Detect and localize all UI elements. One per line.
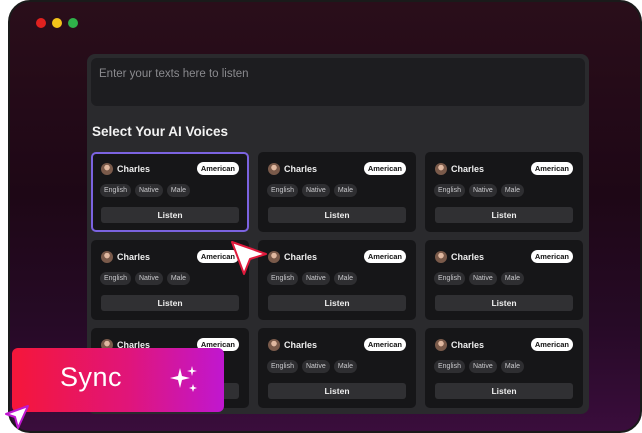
voice-tag: English [267,184,298,197]
voice-tag: Native [468,184,497,197]
window-controls [36,18,78,28]
voice-tag: English [434,360,465,373]
voice-tag: English [100,272,131,285]
voice-tag: Native [301,272,330,285]
pointer-arrow-icon [5,405,29,429]
sync-label: Sync [60,362,123,392]
voice-tag: Native [468,360,497,373]
voice-card[interactable]: Charles American EnglishNativeMale Listen [425,152,583,232]
voice-tag: Male [166,184,190,197]
avatar [435,251,447,263]
voice-tag: Native [468,272,497,285]
voice-tag: Native [134,272,163,285]
sync-badge[interactable]: Sync [12,348,224,412]
voice-tag: Male [166,272,190,285]
listen-button[interactable]: Listen [101,207,239,223]
sparkles-icon [170,366,197,392]
close-window-dot[interactable] [36,18,46,28]
listen-button[interactable]: Listen [101,295,239,311]
listen-button[interactable]: Listen [435,295,573,311]
listen-button[interactable]: Listen [268,207,406,223]
voice-card[interactable]: Charles American EnglishNativeMale Listen [91,152,249,232]
voice-tag: Male [500,272,524,285]
avatar [268,163,280,175]
voice-tag: Male [500,184,524,197]
voice-tags: EnglishNativeMale [267,272,357,285]
voice-tags: EnglishNativeMale [100,184,190,197]
voice-tag: Male [333,360,357,373]
listen-button[interactable]: Listen [268,295,406,311]
voice-card[interactable]: Charles American EnglishNativeMale Listen [258,240,416,320]
voice-tag: Native [301,184,330,197]
text-to-listen-input[interactable] [91,58,585,106]
avatar [101,251,113,263]
avatar [268,339,280,351]
voice-card[interactable]: Charles American EnglishNativeMale Listen [258,328,416,408]
accent-badge: American [196,162,239,175]
voice-tags: EnglishNativeMale [267,184,357,197]
voice-tag: English [100,184,131,197]
accent-badge: American [530,338,573,351]
avatar [435,339,447,351]
voice-tag: English [434,272,465,285]
maximize-window-dot[interactable] [68,18,78,28]
accent-badge: American [530,162,573,175]
listen-button[interactable]: Listen [268,383,406,399]
accent-badge: American [363,338,406,351]
accent-badge: American [363,250,406,263]
voice-tag: Male [500,360,524,373]
voice-card[interactable]: Charles American EnglishNativeMale Listen [425,240,583,320]
listen-button[interactable]: Listen [435,207,573,223]
minimize-window-dot[interactable] [52,18,62,28]
voice-name: Charles [451,252,485,262]
mouse-cursor-icon [231,241,267,275]
voice-tag: English [267,360,298,373]
voice-tags: EnglishNativeMale [100,272,190,285]
voice-name: Charles [284,252,318,262]
voice-tags: EnglishNativeMale [434,272,524,285]
voice-tags: EnglishNativeMale [267,360,357,373]
voice-tags: EnglishNativeMale [434,184,524,197]
section-title: Select Your AI Voices [92,124,229,139]
voice-name: Charles [117,252,151,262]
voice-name: Charles [117,164,151,174]
voice-tag: Native [134,184,163,197]
listen-button[interactable]: Listen [435,383,573,399]
voice-card[interactable]: CharlesAmericanEnglishNativeMaleListen [91,240,249,320]
voice-tags: EnglishNativeMale [434,360,524,373]
avatar [435,163,447,175]
voice-name: Charles [451,340,485,350]
voice-name: Charles [451,164,485,174]
voice-name: Charles [284,340,318,350]
voice-tag: Male [333,184,357,197]
voice-tag: Male [333,272,357,285]
voice-card[interactable]: Charles American EnglishNativeMale Listen [425,328,583,408]
accent-badge: American [363,162,406,175]
voice-name: Charles [284,164,318,174]
voice-card[interactable]: Charles American EnglishNativeMale Listen [258,152,416,232]
avatar [101,163,113,175]
voice-tag: Native [301,360,330,373]
accent-badge: American [530,250,573,263]
voice-tag: English [434,184,465,197]
voice-tag: English [267,272,298,285]
